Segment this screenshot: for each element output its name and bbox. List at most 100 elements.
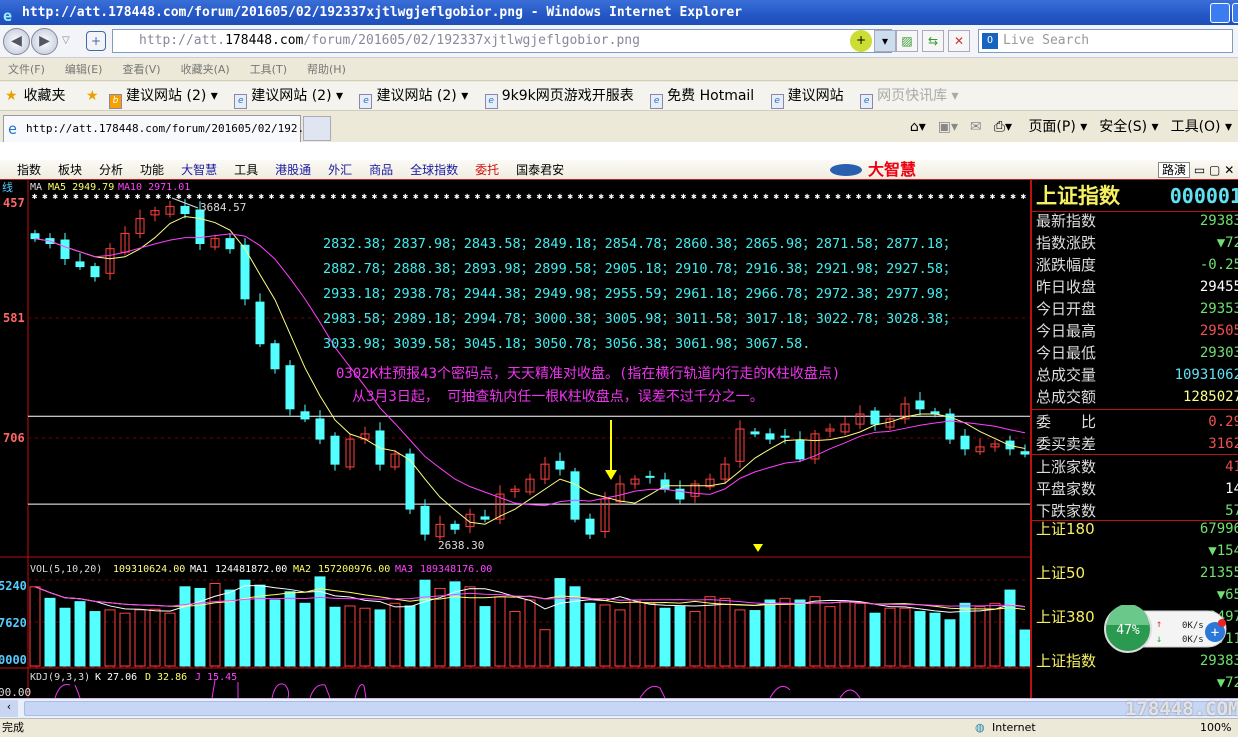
- menu-edit[interactable]: 编辑(E): [65, 63, 103, 76]
- fav-item[interactable]: b 建议网站 (2) ▾: [109, 88, 224, 109]
- volume-axis-label: 7620: [0, 616, 27, 630]
- fav-item[interactable]: e 9k9k网页游戏开服表: [484, 88, 640, 109]
- app-restore-button[interactable]: ▢: [1209, 163, 1220, 177]
- fav-item[interactable]: e 建议网站 (2) ▾: [234, 88, 349, 109]
- search-input[interactable]: O Live Search: [978, 29, 1233, 53]
- app-menu-item[interactable]: 功能: [140, 163, 164, 177]
- forward-button[interactable]: ▶: [31, 28, 58, 55]
- fav-item[interactable]: e 建议网站 (2) ▾: [359, 88, 474, 109]
- fav-item[interactable]: e 免费 Hotmail: [650, 88, 760, 109]
- network-speed-widget[interactable]: 47% ↑ ↓ 0K/s 0K/s +: [1104, 605, 1228, 653]
- zoom-level[interactable]: 100%: [1200, 719, 1231, 737]
- horizontal-scrollbar[interactable]: ‹: [0, 698, 1238, 718]
- separator-mark: ✱: [506, 192, 512, 202]
- separator-mark: ✱: [114, 192, 120, 202]
- separator-mark: ✱: [516, 192, 522, 202]
- scroll-left-button[interactable]: ‹: [0, 700, 18, 717]
- quote-row: 今日最高 29505: [1036, 322, 1238, 340]
- menu-tools[interactable]: 工具(T): [250, 63, 287, 76]
- page-menu[interactable]: 页面(P) ▾: [1028, 119, 1087, 135]
- add-to-favorites-bar-icon[interactable]: ★: [86, 88, 99, 104]
- app-menu-item[interactable]: 国泰君安: [516, 163, 564, 177]
- note-line: 0302K柱预报43个密码点，天天精准对收盘。(指在横行轨道内行走的K柱收盘点): [336, 365, 840, 382]
- quote-row: 最新指数 29383: [1036, 212, 1238, 230]
- add-favorite-icon[interactable]: +: [86, 31, 106, 51]
- index-code: 000001: [1169, 184, 1238, 208]
- roadshow-button[interactable]: 路演: [1158, 162, 1191, 178]
- separator-mark: ✱: [145, 192, 151, 202]
- volume-bar: [59, 607, 71, 667]
- volume-bar: [779, 597, 791, 667]
- separator-mark: ✱: [846, 192, 852, 202]
- volume-bar: [164, 612, 176, 667]
- back-button[interactable]: ◀: [3, 28, 30, 55]
- separator-mark: ✱: [279, 192, 285, 202]
- feeds-icon[interactable]: ▣▾: [938, 119, 958, 135]
- separator-mark: ✱: [681, 192, 687, 202]
- ie-logo-icon: e: [8, 120, 18, 138]
- app-menu-item[interactable]: 分析: [99, 163, 123, 177]
- separator-mark: ✱: [300, 192, 306, 202]
- candle: [450, 523, 460, 530]
- app-menu-item[interactable]: 工具: [234, 163, 258, 177]
- app-close-button[interactable]: ✕: [1224, 163, 1234, 177]
- quote-row: 总成交额 1285027: [1036, 388, 1238, 406]
- volume-bar: [644, 602, 656, 667]
- candle: [480, 516, 490, 520]
- candle: [330, 435, 340, 465]
- index-row[interactable]: 上证180 67996: [1036, 518, 1238, 540]
- fav-item[interactable]: e 建议网站: [770, 88, 850, 109]
- tab-current[interactable]: e http://att.178448.com/forum/201605/02/1…: [3, 115, 317, 142]
- stop-icon[interactable]: ✕: [948, 30, 970, 52]
- brand-logo: 大智慧: [830, 160, 970, 180]
- volume-bar: [464, 586, 476, 667]
- menu-help[interactable]: 帮助(H): [307, 63, 346, 76]
- menu-favorites[interactable]: 收藏夹(A): [181, 63, 230, 76]
- app-menu-item[interactable]: 全球指数: [410, 163, 458, 177]
- index-row[interactable]: 上证指数 29383: [1036, 650, 1238, 672]
- upload-speed: 0K/s: [1182, 621, 1204, 631]
- menu-file[interactable]: 文件(F): [8, 63, 45, 76]
- app-menu-item[interactable]: 港股通: [275, 163, 311, 177]
- fav-item[interactable]: e 网页快讯库 ▾: [860, 88, 964, 109]
- menu-view[interactable]: 查看(V): [122, 63, 160, 76]
- picture-icon[interactable]: ▨: [896, 30, 918, 52]
- new-tab-button[interactable]: [303, 116, 331, 141]
- app-menu-item[interactable]: 指数: [17, 163, 41, 177]
- volume-bar: [629, 599, 641, 667]
- app-menu-item[interactable]: 大智慧: [181, 163, 217, 177]
- separator-mark: ✱: [856, 192, 862, 202]
- volume-bar: [554, 578, 566, 667]
- candle: [585, 518, 595, 535]
- safety-menu[interactable]: 安全(S) ▾: [1099, 119, 1158, 135]
- favorites-button[interactable]: 收藏夹: [24, 88, 66, 104]
- history-dropdown-icon[interactable]: ▽: [62, 35, 70, 46]
- bing-icon: b: [109, 94, 123, 109]
- index-row[interactable]: 上证50 21355: [1036, 562, 1238, 584]
- app-menu-item[interactable]: 外汇: [328, 163, 352, 177]
- separator-mark: ✱: [63, 192, 69, 202]
- app-menu-item[interactable]: 板块: [58, 163, 82, 177]
- volume-bar: [494, 596, 506, 667]
- tools-menu[interactable]: 工具(O) ▾: [1171, 119, 1232, 135]
- home-icon[interactable]: ⌂▾: [910, 119, 926, 135]
- separator-mark: ✱: [465, 192, 471, 202]
- app-minimize-button[interactable]: ▭: [1194, 163, 1205, 177]
- minimize-button[interactable]: [1210, 3, 1230, 23]
- scroll-thumb[interactable]: [24, 701, 1238, 716]
- kline-chart[interactable]: 线 MA MA5 2949.79 MA10 2971.01✱ ✱ ✱ ✱ ✱ ✱ ✱ ✱ ✱ ✱ ✱ ✱ ✱ ✱…: [0, 180, 1030, 698]
- volume-bar: [854, 602, 866, 667]
- separator-mark: ✱: [660, 192, 666, 202]
- print-icon[interactable]: ⎙▾: [994, 119, 1012, 135]
- address-dropdown-icon[interactable]: ▾: [874, 30, 896, 52]
- volume-bar: [614, 609, 626, 667]
- refresh-icon[interactable]: ⇆: [922, 30, 944, 52]
- volume-bar: [959, 602, 971, 667]
- compat-icon[interactable]: +: [850, 30, 872, 52]
- mail-icon[interactable]: ✉: [970, 119, 982, 135]
- app-menu-item[interactable]: 委托: [475, 163, 499, 177]
- maximize-button[interactable]: [1232, 3, 1238, 23]
- separator-mark: ✱: [980, 192, 986, 202]
- address-input[interactable]: http://att.178448.com/forum/201605/02/19…: [112, 29, 892, 53]
- app-menu-item[interactable]: 商品: [369, 163, 393, 177]
